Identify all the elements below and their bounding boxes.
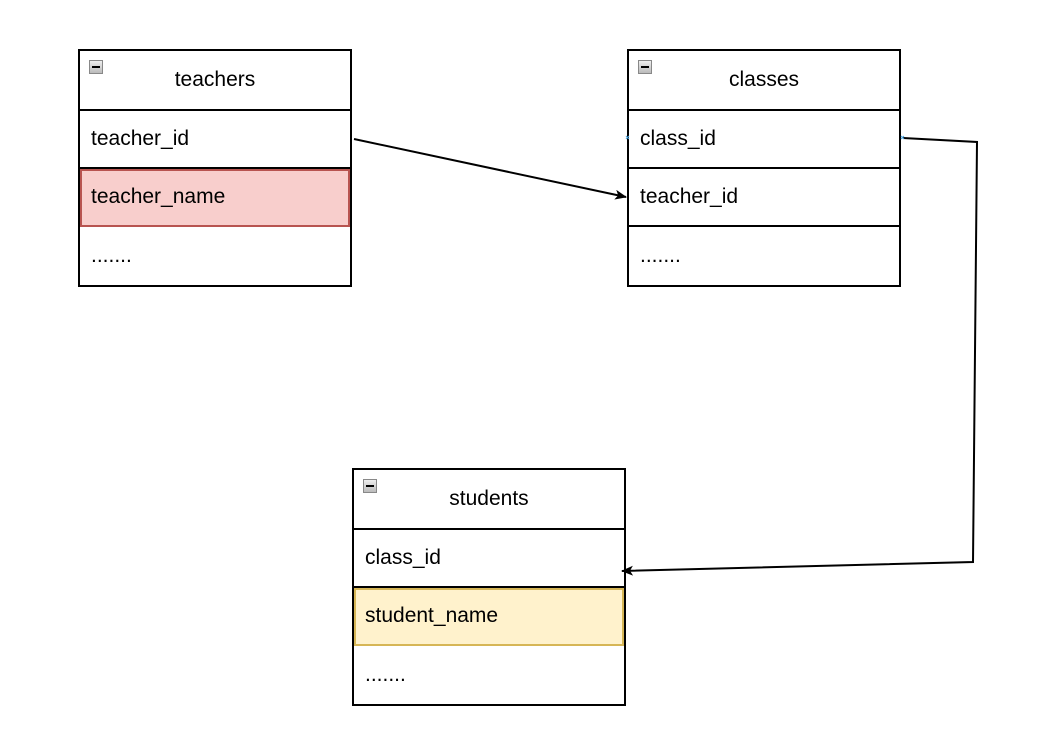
- edges-layer: [353, 135, 979, 576]
- edge-class-to-student[interactable]: [621, 137, 979, 576]
- edge-teacher-to-class[interactable]: [353, 138, 627, 200]
- connection-point-icon: [625, 135, 905, 140]
